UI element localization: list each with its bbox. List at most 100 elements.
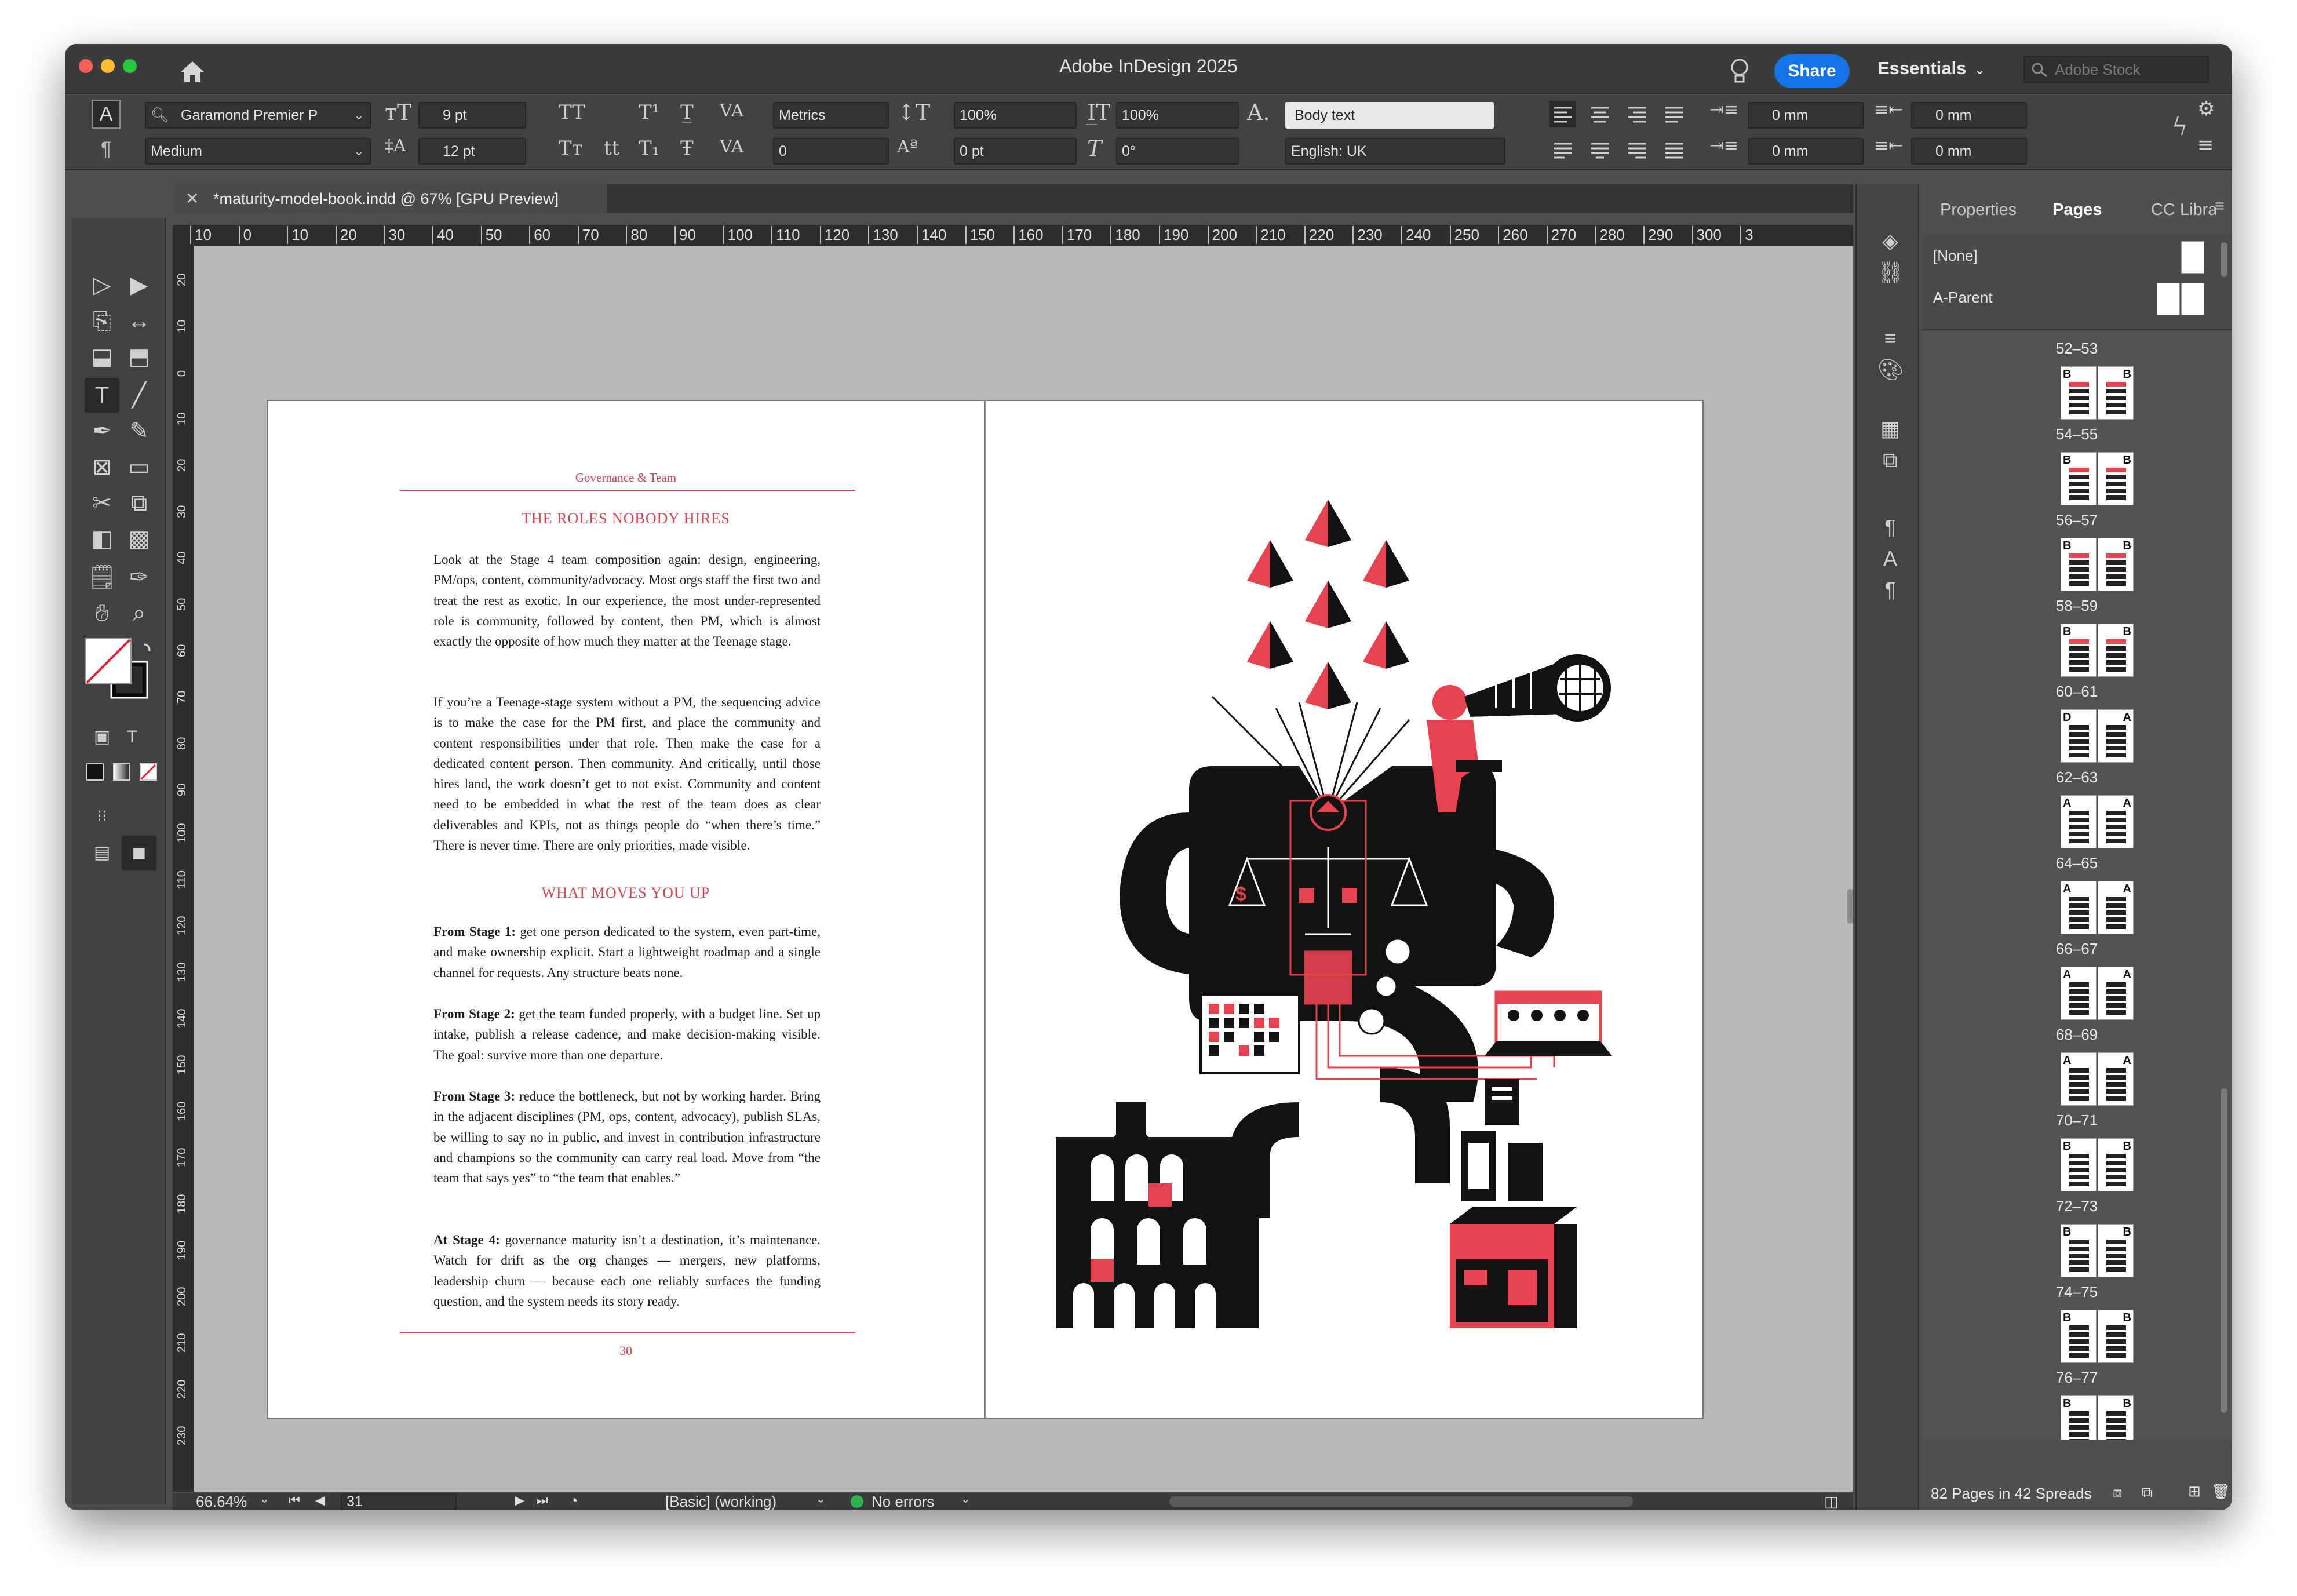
layers-icon[interactable]: ◈ — [1877, 228, 1903, 254]
right-indent-field[interactable]: 0 mm — [1911, 102, 2027, 129]
page-thumbnail[interactable]: A — [2061, 881, 2097, 934]
pencil-tool-icon[interactable]: ✎ — [122, 414, 156, 449]
formatting-text-icon[interactable]: T — [115, 720, 150, 755]
zoom-level[interactable]: 66.64% — [196, 1493, 247, 1510]
color-icon[interactable]: 🎨︎ — [1877, 357, 1904, 382]
paragraph-formatting-toggle[interactable]: ¶ — [92, 134, 121, 163]
panel-menu-icon[interactable]: ≡ — [2197, 133, 2214, 156]
eyedropper-tool-icon[interactable]: ✑ — [122, 560, 156, 595]
spread-thumbnail[interactable]: DA — [2061, 709, 2134, 763]
page-thumbnail[interactable]: B — [2061, 624, 2097, 677]
parent-none-thumb[interactable] — [2181, 241, 2204, 274]
share-button[interactable]: Share — [1774, 54, 1850, 88]
spread-label[interactable]: 54–55 — [1922, 425, 2232, 443]
page-number-field[interactable]: 31 — [341, 1493, 457, 1510]
paragraph-styles-icon[interactable]: ¶ — [1877, 515, 1903, 540]
edit-page-size-icon[interactable]: ⧈ — [2113, 1484, 2123, 1502]
page-thumbnail[interactable]: A — [2098, 795, 2134, 848]
page-thumbnail[interactable]: B — [2098, 538, 2134, 591]
page-thumbnail[interactable]: B — [2061, 1395, 2097, 1440]
type-tool-icon[interactable]: T — [85, 378, 119, 413]
page-thumbnail[interactable]: A — [2098, 709, 2134, 763]
content-placer-icon[interactable]: ⬒ — [122, 340, 156, 374]
paragraph-alignment-buttons[interactable] — [1549, 101, 1689, 165]
governance-illustration[interactable]: $ — [1056, 488, 1635, 1328]
paragraph-style-field[interactable]: Body text — [1285, 102, 1494, 129]
errors-dropdown-icon[interactable]: ⌄ — [961, 1492, 971, 1506]
horizontal-scale-field[interactable]: 100% — [1116, 102, 1239, 129]
language-field[interactable]: English: UK — [1285, 138, 1505, 165]
spread-thumbnail[interactable]: AA — [2061, 795, 2134, 848]
font-style-dropdown-icon[interactable]: ⌄ — [353, 144, 364, 159]
last-page-icon[interactable]: ⏭︎ — [537, 1493, 548, 1508]
spread-thumbnail[interactable]: BB — [2061, 452, 2134, 505]
stage1-paragraph[interactable]: From Stage 1: get one person dedicated t… — [433, 921, 821, 983]
move-pages-icon[interactable]: ⧉ — [2142, 1484, 2153, 1502]
left-indent-field[interactable]: 0 mm — [1748, 102, 1864, 129]
page-thumbnail[interactable]: B — [2061, 366, 2097, 420]
cc-libraries-icon[interactable]: ⧉ — [1877, 447, 1903, 473]
spread-thumbnail[interactable]: AA — [2061, 881, 2134, 934]
vertical-scale-field[interactable]: 100% — [954, 102, 1077, 129]
apply-color-buttons[interactable] — [85, 759, 166, 785]
formatting-container-icon[interactable]: ▣ — [85, 720, 119, 755]
page-thumbnail[interactable]: A — [2061, 795, 2097, 848]
spread-thumbnail[interactable]: BB — [2061, 1310, 2134, 1363]
parent-a-label[interactable]: A-Parent — [1933, 289, 1993, 307]
spread-label[interactable]: 56–57 — [1922, 511, 2232, 529]
parent-a-right-thumb[interactable] — [2181, 283, 2204, 315]
body-paragraph-1[interactable]: Look at the Stage 4 team composition aga… — [433, 549, 821, 651]
document-tab[interactable]: ✕ *maturity-model-book.indd @ 67% [GPU P… — [173, 184, 607, 213]
frame-grid-icon[interactable]: ⁝⁝ — [85, 799, 119, 833]
swatches-icon[interactable]: ▦ — [1877, 416, 1903, 442]
gradient-swatch-tool-icon[interactable]: ◧ — [85, 522, 119, 556]
spread-thumbnail[interactable]: BB — [2061, 1224, 2134, 1277]
spread-label[interactable]: 66–67 — [1922, 940, 2232, 958]
font-size-field[interactable]: 9 pt — [418, 102, 526, 129]
page-thumbnail[interactable]: B — [2098, 1138, 2134, 1191]
next-page-icon[interactable]: ▶ — [515, 1493, 524, 1508]
panel-menu-icon[interactable]: ≡ — [2215, 197, 2225, 216]
body-paragraph-2[interactable]: If you’re a Teenage-stage system without… — [433, 692, 821, 855]
parent-none-label[interactable]: [None] — [1933, 247, 1978, 265]
vertical-ruler[interactable]: 20 10 0 10 20 30 40 50 60 70 80 90 100 1… — [173, 246, 194, 1492]
fill-stroke-swatches[interactable] — [83, 636, 159, 706]
line-tool-icon[interactable]: ╱ — [122, 378, 156, 413]
page-thumbnail[interactable]: B — [2061, 1224, 2097, 1277]
character-formatting-toggle[interactable]: A — [92, 100, 121, 129]
quick-actions-icon[interactable]: ϟ — [2172, 112, 2188, 141]
font-family-field[interactable]: 🔍︎ Garamond Premier P — [145, 102, 371, 129]
selection-tool-icon[interactable]: ▷ — [85, 268, 119, 303]
stroke-icon[interactable]: ≡ — [1877, 326, 1903, 351]
superscript-icon[interactable]: T¹ — [639, 101, 659, 124]
previous-page-icon[interactable]: ◀ — [315, 1493, 325, 1508]
page-thumbnail[interactable]: B — [2098, 624, 2134, 677]
spread-label[interactable]: 68–69 — [1922, 1026, 2232, 1044]
lightbulb-icon[interactable] — [1728, 57, 1751, 86]
first-line-indent-field[interactable]: 0 mm — [1748, 138, 1864, 165]
canvas-scrollbar-thumb[interactable] — [1847, 889, 1853, 924]
delete-page-icon[interactable]: 🗑︎ — [2211, 1482, 2230, 1500]
page-thumbnail[interactable]: A — [2098, 881, 2134, 934]
first-page-icon[interactable]: ⏮︎ — [289, 1493, 300, 1508]
pen-tool-icon[interactable]: ✒ — [85, 414, 119, 449]
underline-icon[interactable]: T̲ — [680, 101, 694, 124]
rectangle-tool-icon[interactable]: ▭ — [122, 450, 156, 484]
character-styles-icon[interactable]: A — [1877, 546, 1903, 571]
spread-thumbnail[interactable]: BB — [2061, 538, 2134, 591]
close-tab-icon[interactable]: ✕ — [185, 184, 199, 213]
tab-pages[interactable]: Pages — [2052, 201, 2102, 220]
spread-label[interactable]: 64–65 — [1922, 854, 2232, 872]
spread-label[interactable]: 74–75 — [1922, 1283, 2232, 1301]
object-styles-icon[interactable]: ¶ — [1877, 577, 1903, 603]
parent-a-left-thumb[interactable] — [2157, 283, 2180, 315]
spread-thumbnail[interactable]: AA — [2061, 1052, 2134, 1106]
spread-label[interactable]: 62–63 — [1922, 768, 2232, 786]
spread-thumbnail[interactable]: BB — [2061, 1138, 2134, 1191]
page-thumbnail[interactable]: B — [2061, 538, 2097, 591]
spread-thumbnail[interactable]: BB — [2061, 624, 2134, 677]
page-thumbnail[interactable]: B — [2098, 366, 2134, 420]
spread-label[interactable]: 72–73 — [1922, 1197, 2232, 1215]
free-transform-tool-icon[interactable]: ⧉ — [122, 486, 156, 520]
pasteboard[interactable]: Governance & Team THE ROLES NOBODY HIRES… — [194, 246, 1853, 1492]
